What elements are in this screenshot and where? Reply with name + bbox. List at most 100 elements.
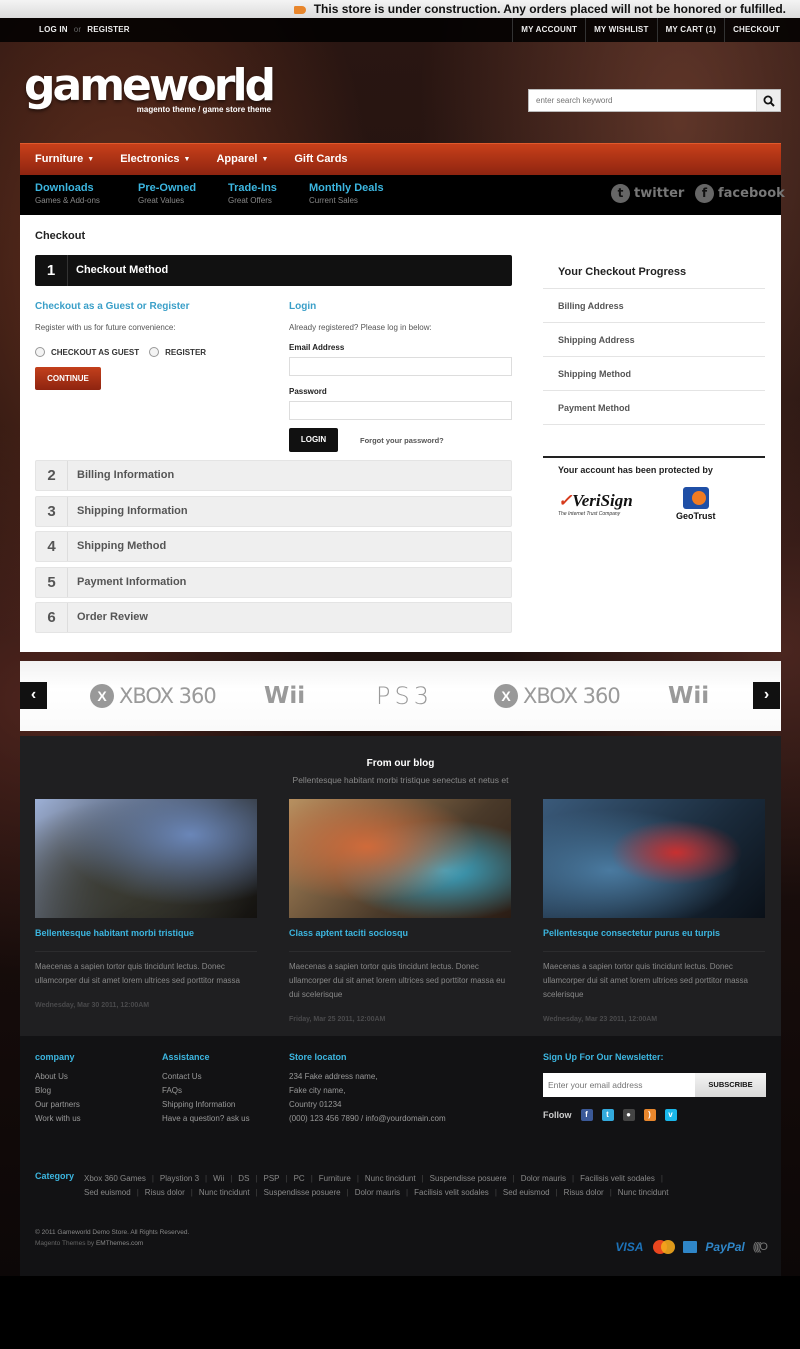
checkout-progress: Your Checkout Progress Billing Address S… <box>543 255 765 425</box>
footer-link-shipping-information[interactable]: Shipping Information <box>162 1098 262 1112</box>
nav-item-gift-cards[interactable]: Gift Cards <box>294 144 347 175</box>
search-button[interactable] <box>756 90 780 111</box>
category-tag[interactable]: Nunc tincidunt <box>365 1174 416 1183</box>
category-tag[interactable]: Sed euismod <box>503 1188 550 1197</box>
footer-company: company About Us Blog Our partners Work … <box>35 1052 145 1126</box>
email-field[interactable] <box>289 357 512 376</box>
footer-link-contact-us[interactable]: Contact Us <box>162 1070 262 1084</box>
category-tag[interactable]: PSP <box>264 1174 280 1183</box>
step-label: Shipping Method <box>77 540 167 552</box>
blog-post-image[interactable] <box>289 799 511 918</box>
category-tag[interactable]: Facilisis velit sodales <box>414 1188 489 1197</box>
footer-link-our-partners[interactable]: Our partners <box>35 1098 145 1112</box>
category-tag[interactable]: Sed euismod <box>84 1188 131 1197</box>
geotrust-wordmark: GeoTrust <box>676 511 716 521</box>
password-field[interactable] <box>289 401 512 420</box>
subnav-desc: Games & Add-ons <box>35 196 100 205</box>
forgot-password-link[interactable]: Forgot your password? <box>360 436 444 445</box>
my-account-link[interactable]: MY ACCOUNT <box>512 18 585 42</box>
category-tag[interactable]: Xbox 360 Games <box>84 1174 146 1183</box>
step-label: Checkout Method <box>76 264 169 276</box>
category-tag[interactable]: Playstion 3 <box>160 1174 199 1183</box>
step-checkout-method[interactable]: 1 Checkout Method <box>35 255 512 286</box>
brand-wii[interactable]: Wii <box>668 681 709 711</box>
blog-post-image[interactable] <box>543 799 765 918</box>
credit-link[interactable]: EMThemes.com <box>96 1240 143 1247</box>
twitter-link[interactable]: t twitter <box>611 184 684 203</box>
blog-post-title[interactable]: Class aptent taciti sociosqu <box>289 928 511 938</box>
checkout-as-guest-label[interactable]: CHECKOUT AS GUEST <box>51 348 139 357</box>
nav-item-furniture[interactable]: Furniture ▼ <box>35 144 94 175</box>
tag-separator: | <box>190 1188 193 1197</box>
category-tag[interactable]: Facilisis velit sodales <box>580 1174 655 1183</box>
main-nav: Furniture ▼ Electronics ▼ Apparel ▼ Gift Ca… <box>20 143 781 175</box>
login-link[interactable]: LOG IN <box>39 25 68 34</box>
nav-item-electronics[interactable]: Electronics ▼ <box>120 144 190 175</box>
carousel-prev-button[interactable]: ‹ <box>20 682 47 709</box>
brand-label: XBOX 360 <box>523 684 621 708</box>
tag-separator: | <box>555 1188 558 1197</box>
category-tag[interactable]: DS <box>238 1174 249 1183</box>
facebook-link[interactable]: f facebook <box>695 184 785 203</box>
flickr-icon[interactable]: ● <box>622 1109 635 1121</box>
step-order-review[interactable]: 6 Order Review <box>35 602 512 633</box>
step-shipping-information[interactable]: 3 Shipping Information <box>35 496 512 527</box>
category-tag[interactable]: Risus dolor <box>564 1188 604 1197</box>
checkout-link[interactable]: CHECKOUT <box>724 18 788 42</box>
checkout-panel: Checkout 1 Checkout Method Checkout as a… <box>20 215 781 652</box>
blog-post-title[interactable]: Pellentesque consectetur purus eu turpis <box>543 928 765 938</box>
footer-link-faqs[interactable]: FAQs <box>162 1084 262 1098</box>
brand-label: PS3 <box>376 682 433 710</box>
category-tag[interactable]: PC <box>294 1174 305 1183</box>
category-tag[interactable]: Suspendisse posuere <box>430 1174 507 1183</box>
geotrust-seal[interactable]: GeoTrust <box>676 487 716 521</box>
brand-wii[interactable]: Wii <box>264 681 305 711</box>
category-tag[interactable]: Dolor mauris <box>521 1174 566 1183</box>
step-shipping-method[interactable]: 4 Shipping Method <box>35 531 512 562</box>
brand-xbox-360[interactable]: X XBOX 360 <box>90 681 217 711</box>
twitter-icon[interactable]: t <box>601 1109 614 1121</box>
search-input[interactable] <box>529 90 756 111</box>
category-tag[interactable]: Wii <box>213 1174 224 1183</box>
footer-link-blog[interactable]: Blog <box>35 1084 145 1098</box>
subnav-downloads[interactable]: Downloads Games & Add-ons <box>35 182 100 205</box>
step-billing-information[interactable]: 2 Billing Information <box>35 460 512 491</box>
login-button[interactable]: LOGIN <box>289 428 338 452</box>
subnav-monthly-deals[interactable]: Monthly Deals Current Sales <box>309 182 384 205</box>
my-wishlist-link[interactable]: MY WISHLIST <box>585 18 657 42</box>
step-payment-information[interactable]: 5 Payment Information <box>35 567 512 598</box>
category-tag[interactable]: Furniture <box>319 1174 351 1183</box>
subscribe-button[interactable]: SUBSCRIBE <box>695 1073 766 1097</box>
blog-post-title[interactable]: Bellentesque habitant morbi tristique <box>35 928 257 938</box>
nav-item-apparel[interactable]: Apparel ▼ <box>216 144 268 175</box>
category-tag[interactable]: Nunc tincidunt <box>199 1188 250 1197</box>
rss-icon[interactable]: ) <box>643 1109 656 1121</box>
register-radio[interactable] <box>149 347 160 357</box>
category-tag[interactable]: Suspendisse posuere <box>264 1188 341 1197</box>
facebook-icon[interactable]: f <box>580 1109 593 1121</box>
blog-post-image[interactable] <box>35 799 257 918</box>
newsletter-email-input[interactable] <box>543 1073 695 1097</box>
twitter-icon: t <box>611 184 630 203</box>
my-cart-link[interactable]: MY CART (1) <box>656 18 725 42</box>
brand-label: Wii <box>264 683 306 709</box>
category-tag[interactable]: Dolor mauris <box>355 1188 400 1197</box>
tag-separator: | <box>356 1174 359 1183</box>
vimeo-icon[interactable]: v <box>664 1109 677 1121</box>
checkout-as-guest-radio[interactable] <box>35 347 45 357</box>
register-link[interactable]: REGISTER <box>87 25 130 34</box>
carousel-next-button[interactable]: › <box>753 682 780 709</box>
subnav-trade-ins[interactable]: Trade-Ins Great Offers <box>228 182 277 205</box>
footer-link-ask-question[interactable]: Have a question? ask us <box>162 1112 262 1126</box>
footer-link-about-us[interactable]: About Us <box>35 1070 145 1084</box>
category-tag[interactable]: Nunc tincidunt <box>618 1188 669 1197</box>
footer-link-work-with-us[interactable]: Work with us <box>35 1112 145 1126</box>
site-logo[interactable]: gameworld magento theme / game store the… <box>24 64 276 115</box>
brand-xbox-360[interactable]: X XBOX 360 <box>494 681 621 711</box>
continue-button[interactable]: CONTINUE <box>35 367 101 390</box>
category-tag[interactable]: Risus dolor <box>145 1188 185 1197</box>
verisign-seal[interactable]: ✓VeriSign The Internet Trust Company <box>558 491 633 517</box>
register-label[interactable]: REGISTER <box>165 348 206 357</box>
subnav-pre-owned[interactable]: Pre-Owned Great Values <box>138 182 196 205</box>
brand-ps3[interactable]: PS3 <box>376 681 433 711</box>
